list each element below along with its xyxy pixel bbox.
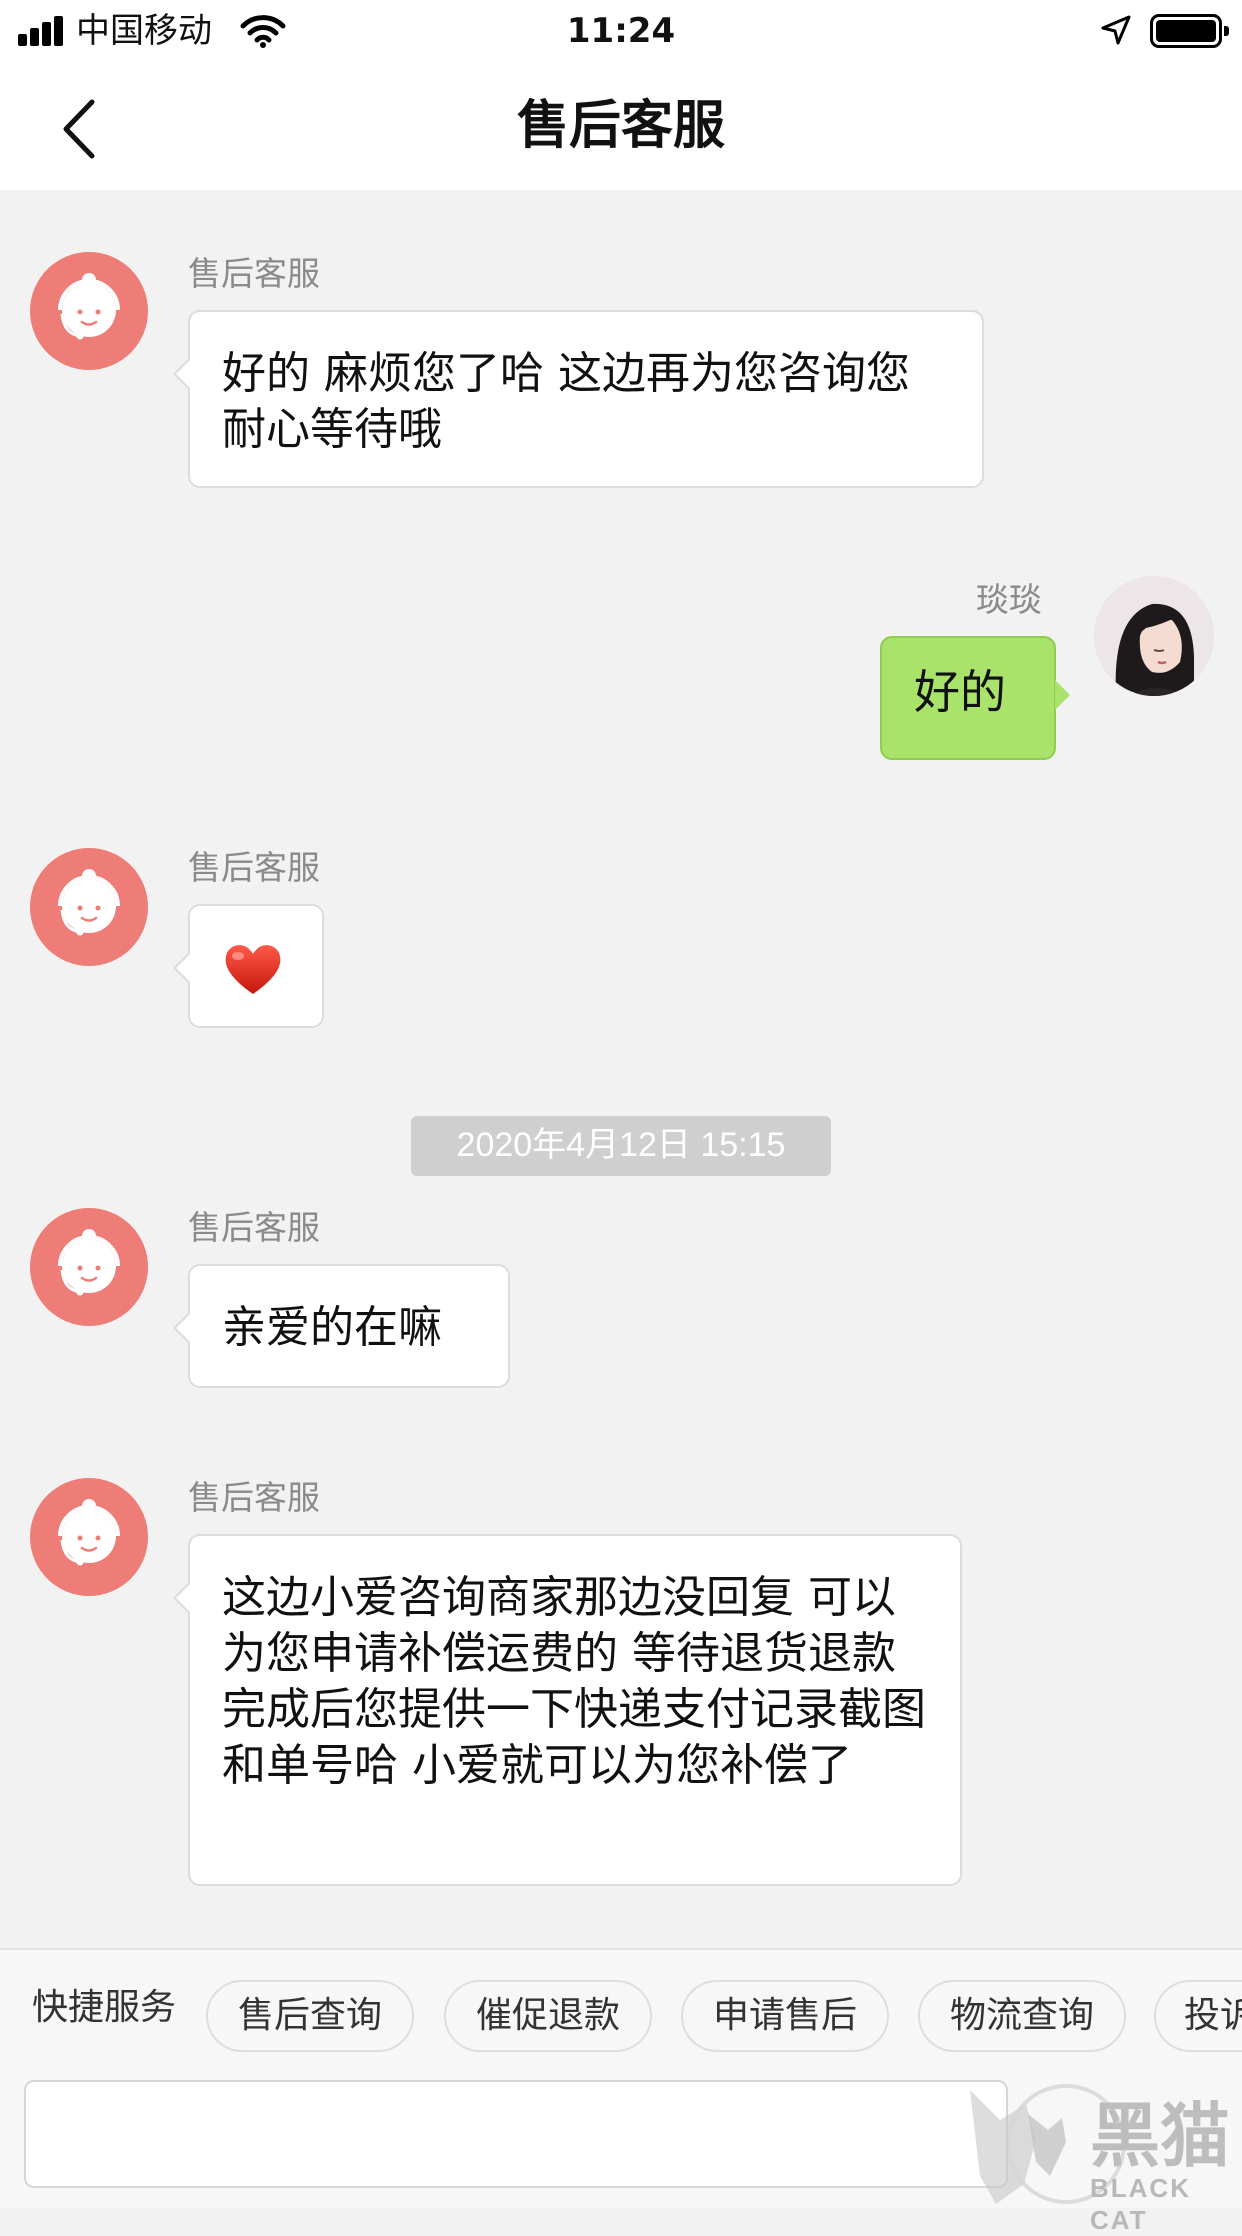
quick-services-label: 快捷服务 [32, 1987, 177, 2028]
customer-service-icon [58, 869, 120, 936]
agent-message-bubble[interactable]: 亲爱的在嘛 [173, 1264, 510, 1388]
user-message-bubble[interactable]: 好的 [880, 636, 1070, 760]
customer-service-icon [58, 1499, 120, 1566]
agent-message-bubble[interactable] [173, 904, 324, 1028]
watermark-subtext: BLACK CAT [1090, 2173, 1191, 2235]
nav-bar: 售后客服 [0, 64, 1242, 190]
user-avatar[interactable] [1094, 576, 1214, 696]
agent-avatar[interactable] [30, 1208, 148, 1326]
sender-name: 售后客服 [188, 848, 320, 887]
status-bar: 中国移动 11:24 [0, 0, 1242, 64]
page-title: 售后客服 [516, 96, 725, 156]
agent-avatar[interactable] [30, 1478, 148, 1596]
timestamp-divider: 2020年4月12日 15:15 [411, 1116, 831, 1176]
heart-emoji-icon [225, 945, 281, 994]
sender-name: 琰琰 [976, 580, 1042, 619]
agent-avatar[interactable] [30, 252, 148, 370]
quick-services-bar: 快捷服务 售后查询 催促退款 申请售后 物流查询 投诉 [0, 1948, 1242, 2060]
status-time: 11:24 [566, 11, 676, 51]
agent-avatar[interactable] [30, 848, 148, 966]
chip-urge-refund[interactable]: 催促退款 [444, 1980, 652, 2052]
sender-name: 售后客服 [188, 1478, 320, 1517]
customer-service-icon [58, 1229, 120, 1296]
chip-complaint[interactable]: 投诉 [1154, 1980, 1242, 2052]
user-portrait-icon [1094, 576, 1214, 696]
message-input[interactable] [24, 2080, 1008, 2188]
watermark-text: 黑猫 [1090, 2095, 1230, 2177]
battery-icon [1150, 14, 1229, 48]
sender-name: 售后客服 [188, 1208, 320, 1247]
agent-message-bubble[interactable]: 好的 麻烦您了哈 这边再为您咨询您耐心等待哦 [173, 310, 984, 488]
sender-name: 售后客服 [188, 254, 320, 293]
agent-message-bubble[interactable]: 这边小爱咨询商家那边没回复 可以为您申请补偿运费的 等待退货退款完成后您提供一下… [173, 1534, 962, 1886]
customer-service-icon [58, 273, 120, 340]
chip-apply-after-sales[interactable]: 申请售后 [681, 1980, 889, 2052]
location-arrow-icon [1101, 15, 1131, 45]
chip-after-sales-query[interactable]: 售后查询 [206, 1980, 414, 2052]
chip-logistics-query[interactable]: 物流查询 [918, 1980, 1126, 2052]
